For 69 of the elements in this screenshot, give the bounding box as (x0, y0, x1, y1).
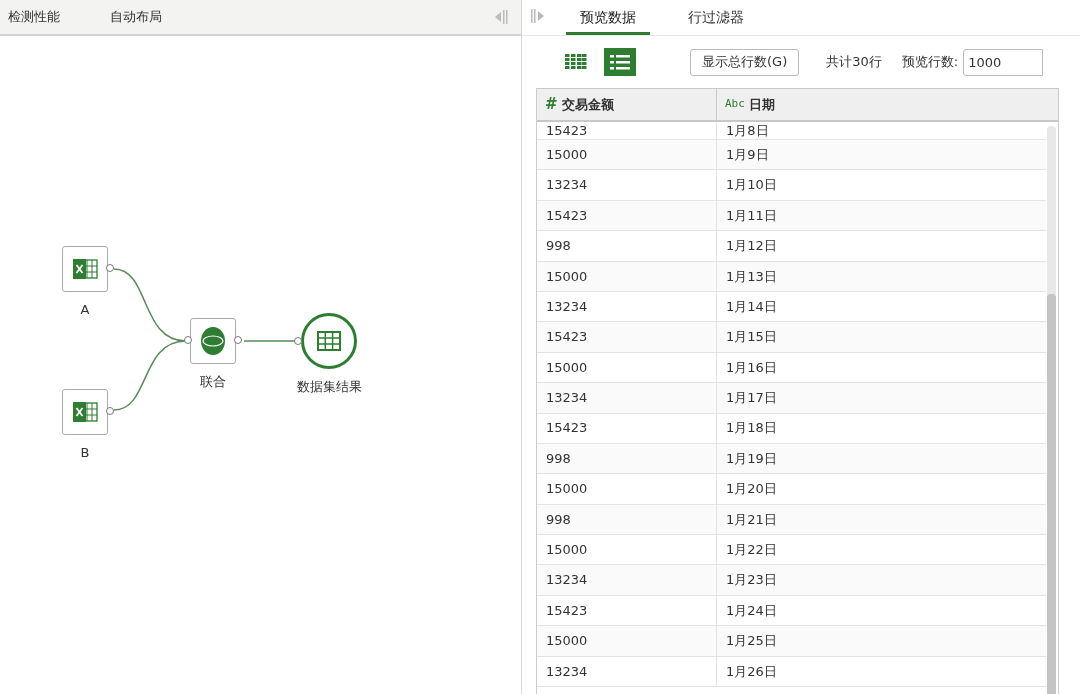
table-cell: 15423 (537, 413, 717, 443)
node-label: A (80, 301, 90, 319)
table-cell-text: 1月11日 (725, 206, 778, 225)
list-icon (610, 54, 630, 70)
table-cell: 15000 (537, 261, 717, 291)
table-cell: 998 (537, 231, 717, 261)
connector-line (243, 340, 297, 342)
scrollbar[interactable] (1047, 126, 1056, 694)
node-label: B (80, 444, 90, 462)
union-node[interactable] (190, 318, 236, 364)
toolbar-button[interactable]: 自动布局 (110, 7, 162, 27)
column-name: 日期 (748, 95, 775, 114)
table-cell-text: 1月19日 (725, 449, 778, 468)
spreadsheet-icon (72, 401, 98, 423)
preview-rows-label: 预览行数: (901, 53, 959, 72)
table-cell: 15423 (537, 200, 717, 231)
dataset-result-node[interactable] (301, 313, 357, 369)
show-total-rows-button[interactable]: 显示总行数(G) (690, 48, 800, 76)
table-cell: 15000 (537, 535, 717, 565)
toolbar-button[interactable]: 检测性能 (8, 7, 60, 27)
table-cell-text: 1月16日 (725, 358, 778, 377)
total-rows-text: 共计30行 (826, 53, 882, 72)
node-label: 数据集结果 (296, 378, 362, 396)
grid-icon (565, 54, 587, 70)
table-cell-text: 1月12日 (725, 237, 778, 256)
table-cell-text: 1月22日 (725, 541, 778, 559)
preview-rows-field[interactable]: 1000 (963, 48, 1044, 76)
table-cell: 998 (537, 443, 717, 474)
table-cell: 13234 (537, 291, 717, 322)
node-label: 联合 (200, 373, 226, 391)
table-cell-text: 1月25日 (725, 632, 778, 651)
table-cell: 15423 (537, 122, 717, 139)
table-cell-text: 1月10日 (725, 176, 778, 195)
table-cell-text: 1月15日 (725, 328, 778, 347)
union-icon (200, 326, 226, 356)
column-type-icon: # (545, 93, 558, 116)
table-cell-text: 1月13日 (725, 267, 778, 286)
tab[interactable]: 预览数据 (566, 2, 650, 35)
spreadsheet-icon (72, 258, 98, 280)
table-cell: 15000 (537, 474, 717, 504)
excel-file-node[interactable] (62, 246, 108, 292)
table-cell: 13234 (537, 383, 717, 413)
list-view-button[interactable] (604, 48, 636, 76)
table-cell-text: 1月26日 (725, 662, 778, 681)
table-cell: 13234 (537, 170, 717, 200)
table-cell-text: 1月17日 (725, 389, 778, 408)
column-type-icon: Abc (725, 96, 745, 113)
table-cell: 15000 (537, 352, 717, 383)
table-cell: 15000 (537, 626, 717, 656)
table-cell: 15423 (537, 595, 717, 626)
table-cell: 15000 (537, 140, 717, 170)
table-cell-text: 1月21日 (725, 510, 778, 529)
table-cell-text: 1月8日 (725, 122, 770, 139)
tab[interactable]: 行过滤器 (674, 2, 758, 35)
column-header[interactable]: # 交易金额 (537, 89, 717, 120)
table-cell-text: 1月24日 (725, 601, 778, 620)
excel-file-node[interactable] (62, 389, 108, 435)
table-cell-text: 1月14日 (725, 297, 778, 316)
column-name: 交易金额 (561, 95, 614, 114)
table-cell: 13234 (537, 565, 717, 595)
table-cell-text: 1月18日 (725, 419, 778, 438)
table-cell-text: 1月20日 (725, 480, 778, 499)
table-cell-text: 1月23日 (725, 571, 778, 590)
table-icon (317, 331, 341, 351)
table-cell: 15423 (537, 322, 717, 352)
table-cell: 13234 (537, 656, 717, 687)
table-cell: 998 (537, 504, 717, 535)
column-header[interactable]: Abc 日期 (717, 89, 1058, 120)
table-cell-text: 1月9日 (725, 145, 770, 164)
